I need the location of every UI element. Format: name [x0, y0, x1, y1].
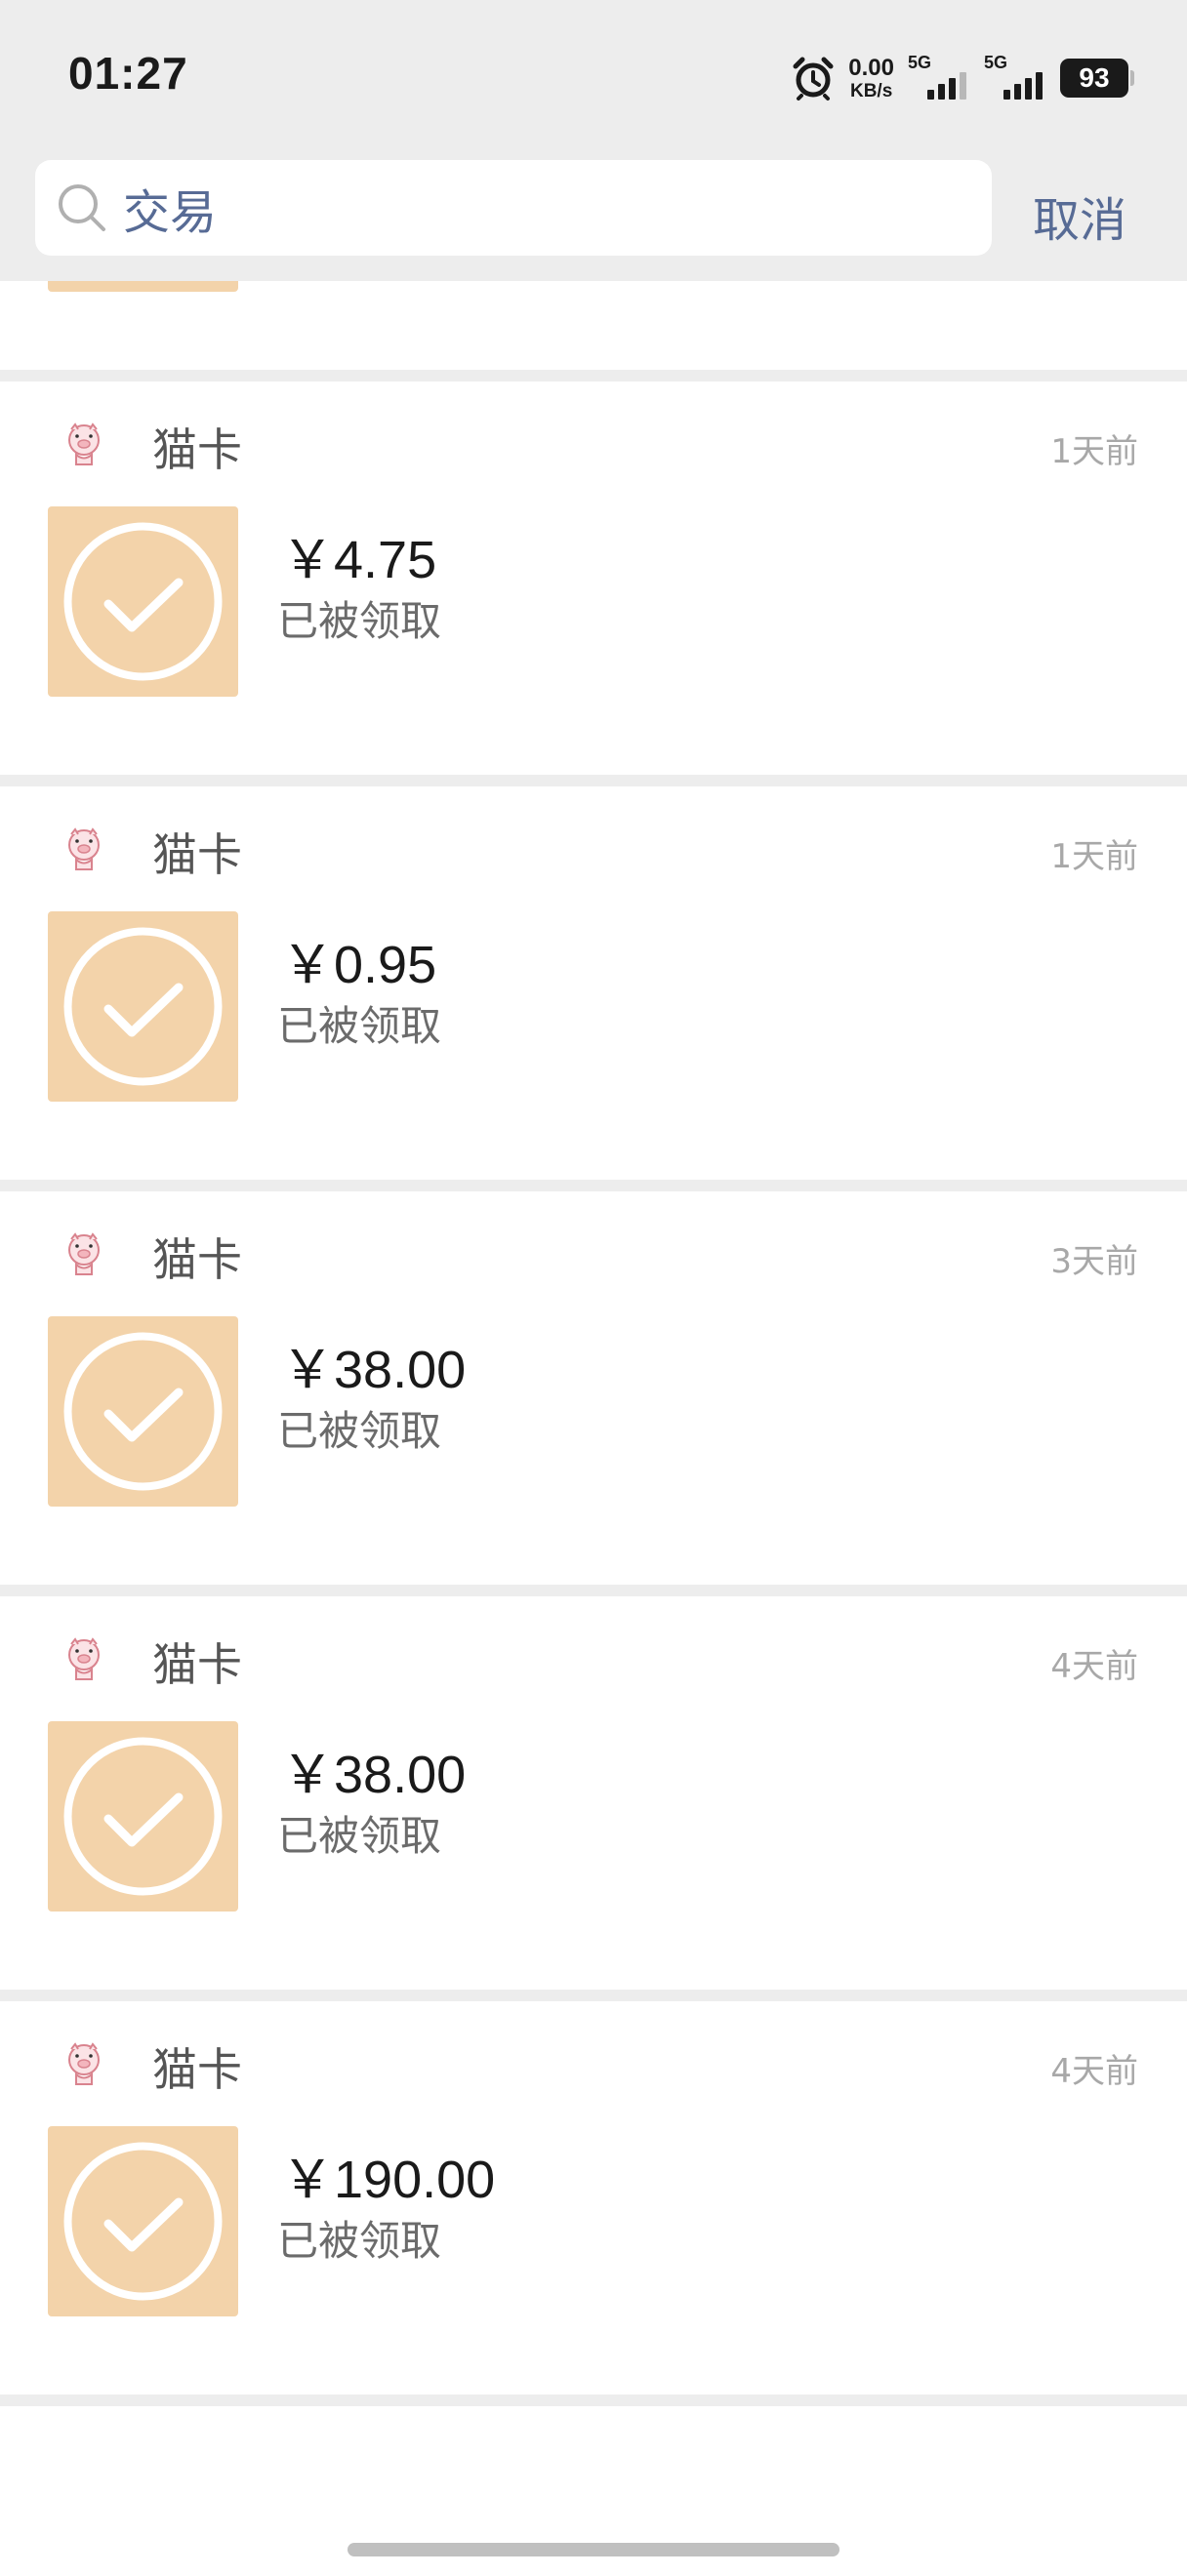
- check-circle-icon: [48, 281, 238, 292]
- transfer-time: 1天前: [1050, 837, 1138, 876]
- search-input[interactable]: 交易: [35, 160, 992, 256]
- check-circle-icon: [63, 1737, 223, 1896]
- transfer-card[interactable]: 猫卡 4天前 ￥38.00 已被领取: [0, 1596, 1187, 2001]
- search-row: 交易 取消: [0, 156, 1187, 281]
- transfer-amount: ￥4.75: [281, 531, 437, 589]
- home-indicator[interactable]: [348, 2543, 839, 2556]
- clock: 01:27: [68, 48, 188, 99]
- transfer-card[interactable]: 猫卡 4天前 ￥190.00 已被领取: [0, 2001, 1187, 2406]
- sender-name: 猫卡: [152, 423, 242, 476]
- signal-5g-2: 5G: [984, 53, 1048, 103]
- transfer-status: 已被领取: [277, 1812, 442, 1860]
- transfer-list-content: 猫卡 昨天 ￥180.50 已被领取 猫卡 1天前 ￥4.75 已: [0, 281, 1187, 2406]
- check-circle-icon: [63, 927, 223, 1086]
- search-icon: [59, 184, 105, 231]
- transfer-time: 4天前: [1050, 2052, 1138, 2091]
- battery-icon: 93: [1060, 59, 1134, 98]
- top-bar: 01:27 0.00 KB/s 5G 5G 93 交易 取消: [0, 0, 1187, 281]
- transfer-thumbnail[interactable]: [48, 911, 238, 1102]
- transfer-thumbnail[interactable]: [48, 1316, 238, 1507]
- transfer-thumbnail[interactable]: [48, 281, 238, 292]
- sender-name: 猫卡: [152, 1233, 242, 1286]
- check-circle-icon: [63, 1332, 223, 1491]
- transfer-thumbnail[interactable]: [48, 2126, 238, 2316]
- search-query: 交易: [123, 185, 218, 240]
- network-speed-value: 0.00: [848, 54, 894, 81]
- transfer-card[interactable]: 猫卡 1天前 ￥0.95 已被领取: [0, 786, 1187, 1191]
- bottom-bar: [0, 2514, 1187, 2576]
- network-speed: 0.00 KB/s: [848, 54, 894, 101]
- transfer-list[interactable]: 猫卡 昨天 ￥180.50 已被领取 猫卡 1天前 ￥4.75 已: [0, 281, 1187, 2514]
- status-bar: 01:27 0.00 KB/s 5G 5G 93: [0, 0, 1187, 156]
- pig-avatar-icon: [68, 2042, 100, 2085]
- signal-bars-icon: [1003, 72, 1043, 100]
- transfer-thumbnail[interactable]: [48, 506, 238, 697]
- network-speed-unit: KB/s: [849, 80, 893, 101]
- transfer-thumbnail[interactable]: [48, 1721, 238, 1912]
- signal-5g-1: 5G: [908, 53, 972, 103]
- sender-name: 猫卡: [152, 2043, 242, 2096]
- sender-name: 猫卡: [152, 828, 242, 881]
- transfer-amount: ￥0.95: [281, 936, 437, 994]
- transfer-amount: ￥190.00: [281, 2151, 496, 2209]
- signal-label: 5G: [908, 53, 932, 72]
- check-circle-icon: [63, 2142, 223, 2301]
- transfer-amount: ￥38.00: [281, 1341, 467, 1399]
- pig-avatar-icon: [68, 827, 100, 870]
- transfer-status: 已被领取: [277, 1002, 442, 1050]
- transfer-amount: ￥38.00: [281, 1746, 467, 1804]
- transfer-card[interactable]: 猫卡 昨天 ￥180.50 已被领取: [0, 281, 1187, 382]
- pig-avatar-icon: [68, 1232, 100, 1275]
- signal-bars-icon: [927, 72, 966, 100]
- transfer-status: 已被领取: [277, 2217, 442, 2265]
- status-icons: 0.00 KB/s 5G 5G 93: [790, 49, 1134, 107]
- cancel-button[interactable]: 取消: [1033, 181, 1126, 250]
- pig-avatar-icon: [68, 423, 100, 465]
- transfer-time: 4天前: [1050, 1647, 1138, 1686]
- battery-level: 93: [1079, 62, 1110, 93]
- transfer-time: 1天前: [1050, 432, 1138, 471]
- sender-name: 猫卡: [152, 1638, 242, 1691]
- alarm-clock-icon: [793, 57, 834, 101]
- transfer-card[interactable]: 猫卡 1天前 ￥4.75 已被领取: [0, 382, 1187, 786]
- transfer-status: 已被领取: [277, 1407, 442, 1455]
- transfer-status: 已被领取: [277, 597, 442, 645]
- signal-label: 5G: [984, 53, 1008, 72]
- check-circle-icon: [63, 522, 223, 681]
- transfer-time: 3天前: [1050, 1242, 1138, 1281]
- pig-avatar-icon: [68, 1637, 100, 1680]
- transfer-card[interactable]: 猫卡 3天前 ￥38.00 已被领取: [0, 1191, 1187, 1596]
